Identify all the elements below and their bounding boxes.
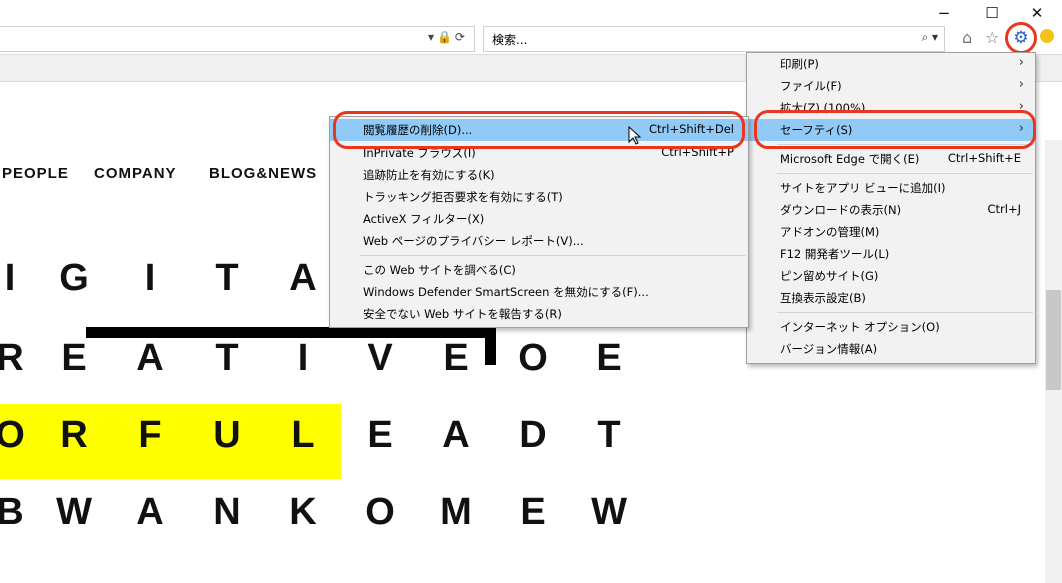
grid-letter: E bbox=[367, 414, 393, 456]
search-input[interactable]: 検索... ⌕ ▾ bbox=[483, 26, 945, 52]
settings-menu-item[interactable]: ピン留めサイト(G) bbox=[747, 265, 1035, 287]
grid-letter: G bbox=[59, 257, 89, 299]
settings-menu-item-label: ピン留めサイト(G) bbox=[780, 269, 879, 283]
safety-menu-item[interactable]: Web ページのプライバシー レポート(V)... bbox=[330, 230, 748, 252]
grid-letter: T bbox=[215, 337, 239, 379]
grid-letter: E bbox=[596, 337, 622, 379]
menu-separator bbox=[777, 173, 1033, 174]
grid-letter: R bbox=[60, 414, 88, 456]
safety-menu-item[interactable]: トラッキング拒否要求を有効にする(T) bbox=[330, 186, 748, 208]
maximize-icon[interactable]: ☐ bbox=[977, 2, 1007, 24]
scrollbar-thumb[interactable] bbox=[1046, 290, 1061, 390]
settings-menu-item[interactable]: Microsoft Edge で開く(E) Ctrl+Shift+E bbox=[747, 148, 1035, 170]
close-icon[interactable]: ✕ bbox=[1022, 2, 1052, 24]
safety-menu-item[interactable]: Windows Defender SmartScreen を無効にする(F)..… bbox=[330, 281, 748, 303]
settings-menu-item-label: ファイル(F) bbox=[780, 79, 842, 93]
nav-item-blog-news[interactable]: BLOG&NEWS bbox=[209, 165, 317, 182]
safety-menu-item-label: 追跡防止を有効にする(K) bbox=[363, 168, 495, 182]
home-icon[interactable]: ⌂ bbox=[962, 28, 972, 47]
settings-menu-item[interactable]: バージョン情報(A) bbox=[747, 338, 1035, 360]
grid-letter: O bbox=[365, 491, 395, 533]
toolbar: ▾🔒⟳ 検索... ⌕ ▾ ⌂ ☆ bbox=[0, 26, 1062, 54]
grid-letter: E bbox=[520, 491, 546, 533]
grid-letter: U bbox=[213, 414, 241, 456]
chevron-right-icon: › bbox=[1018, 77, 1024, 92]
settings-menu-item-label: F12 開発者ツール(L) bbox=[780, 247, 890, 261]
safety-menu-item-label: Windows Defender SmartScreen を無効にする(F)..… bbox=[363, 285, 649, 299]
grid-letter: I bbox=[297, 337, 309, 379]
settings-menu-item[interactable]: ダウンロードの表示(N) Ctrl+J bbox=[747, 199, 1035, 221]
settings-menu-item-label: 印刷(P) bbox=[780, 57, 819, 71]
scrollbar[interactable] bbox=[1045, 140, 1062, 583]
settings-menu-item-label: ダウンロードの表示(N) bbox=[780, 203, 902, 217]
grid-letter: A bbox=[289, 257, 317, 299]
settings-menu-item-label: バージョン情報(A) bbox=[780, 342, 878, 356]
settings-menu-item-shortcut: Ctrl+Shift+E bbox=[947, 151, 1021, 165]
settings-menu-item[interactable]: インターネット オプション(O) bbox=[747, 316, 1035, 338]
menu-separator bbox=[360, 255, 746, 256]
settings-menu-item-label: 互換表示設定(B) bbox=[780, 291, 866, 305]
nav-item-company[interactable]: COMPANY bbox=[94, 165, 177, 182]
nav-item-people[interactable]: PEOPLE bbox=[2, 165, 69, 182]
chevron-right-icon: › bbox=[1018, 55, 1024, 70]
settings-menu-item[interactable]: サイトをアプリ ビューに追加(I) bbox=[747, 177, 1035, 199]
minimize-icon[interactable]: − bbox=[929, 2, 959, 24]
favorites-star-icon[interactable]: ☆ bbox=[985, 28, 999, 47]
grid-letter: F bbox=[138, 414, 162, 456]
settings-menu-item-shortcut: Ctrl+J bbox=[987, 202, 1022, 216]
grid-letter: O bbox=[518, 337, 548, 379]
grid-letter: T bbox=[597, 414, 621, 456]
title-bar: − ☐ ✕ bbox=[0, 0, 1062, 26]
settings-menu-item[interactable]: ファイル(F) › bbox=[747, 75, 1035, 97]
grid-letter: B bbox=[0, 491, 24, 533]
settings-menu-item-label: アドオンの管理(M) bbox=[780, 225, 880, 239]
puzzle-line-vertical bbox=[485, 327, 496, 365]
settings-menu-item[interactable]: アドオンの管理(M) bbox=[747, 221, 1035, 243]
grid-letter: A bbox=[136, 337, 164, 379]
grid-letter: A bbox=[442, 414, 470, 456]
grid-letter: I bbox=[144, 257, 156, 299]
settings-menu-item-label: インターネット オプション(O) bbox=[780, 320, 940, 334]
grid-letter: O bbox=[0, 414, 25, 456]
grid-letter: D bbox=[519, 414, 547, 456]
menu-separator bbox=[777, 312, 1033, 313]
grid-letter: M bbox=[440, 491, 472, 533]
grid-letter: E bbox=[443, 337, 469, 379]
grid-letter: W bbox=[591, 491, 627, 533]
grid-letter: R bbox=[0, 337, 24, 379]
grid-letter: L bbox=[291, 414, 315, 456]
feedback-smiley-icon[interactable] bbox=[1040, 29, 1054, 43]
settings-gear-icon[interactable]: ⚙ bbox=[1005, 22, 1037, 54]
settings-menu-item-label: Microsoft Edge で開く(E) bbox=[780, 152, 920, 166]
safety-menu-item[interactable]: ActiveX フィルター(X) bbox=[330, 208, 748, 230]
safety-menu-item-label: トラッキング拒否要求を有効にする(T) bbox=[363, 190, 563, 204]
address-bar[interactable]: ▾🔒⟳ bbox=[0, 26, 475, 52]
safety-menu-item-label: Web ページのプライバシー レポート(V)... bbox=[363, 234, 584, 248]
settings-menu-item[interactable]: F12 開発者ツール(L) bbox=[747, 243, 1035, 265]
grid-letter: T bbox=[215, 257, 239, 299]
grid-letter: E bbox=[61, 337, 87, 379]
grid-letter: A bbox=[136, 491, 164, 533]
annotation-oval-safety bbox=[754, 110, 1036, 149]
safety-menu-item-label: この Web サイトを調べる(C) bbox=[363, 263, 516, 277]
settings-menu-item-label: サイトをアプリ ビューに追加(I) bbox=[780, 181, 946, 195]
settings-menu: 印刷(P) › ファイル(F) › 拡大(Z) (100%) › セーフティ(S) › Micr… bbox=[746, 52, 1036, 364]
grid-letter: V bbox=[367, 337, 393, 379]
safety-menu-item-label: 安全でない Web サイトを報告する(R) bbox=[363, 307, 562, 321]
settings-menu-item[interactable]: 印刷(P) › bbox=[747, 53, 1035, 75]
address-controls-icon[interactable]: ▾🔒⟳ bbox=[428, 30, 468, 44]
safety-menu-item-label: ActiveX フィルター(X) bbox=[363, 212, 485, 226]
safety-menu-item[interactable]: 安全でない Web サイトを報告する(R) bbox=[330, 303, 748, 325]
grid-letter: W bbox=[56, 491, 92, 533]
annotation-oval-clear-history bbox=[333, 111, 745, 149]
settings-menu-item[interactable]: 互換表示設定(B) bbox=[747, 287, 1035, 309]
safety-menu-item[interactable]: 追跡防止を有効にする(K) bbox=[330, 164, 748, 186]
mouse-cursor-icon bbox=[628, 126, 642, 145]
safety-menu-item[interactable]: この Web サイトを調べる(C) bbox=[330, 259, 748, 281]
search-placeholder: 検索... bbox=[492, 33, 528, 47]
grid-letter: K bbox=[289, 491, 317, 533]
grid-letter: N bbox=[213, 491, 241, 533]
grid-letter: I bbox=[4, 257, 16, 299]
search-icon[interactable]: ⌕ ▾ bbox=[921, 30, 938, 45]
